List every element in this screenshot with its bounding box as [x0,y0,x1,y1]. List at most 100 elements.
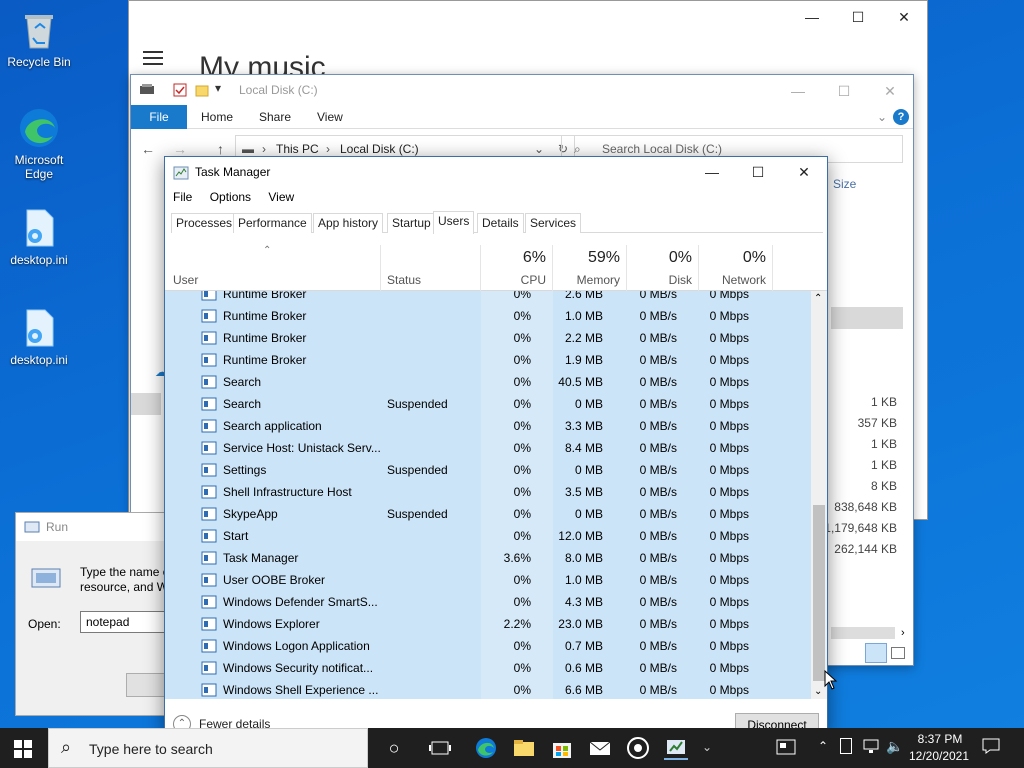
table-row[interactable]: Windows Explorer 2.2% 23.0 MB 0 MB/s 0 Mbps [165,613,813,635]
process-memory: 8.0 MB [564,551,603,565]
table-row[interactable]: Search 0% 40.5 MB 0 MB/s 0 Mbps [165,371,813,393]
maximize-button[interactable]: ☐ [735,157,781,187]
expand-ribbon-icon[interactable]: ⌄ [877,105,887,129]
scrollbar-thumb[interactable] [813,505,825,681]
task-manager-taskbar-icon[interactable] [664,736,688,760]
table-row[interactable]: Windows Security notificat... 0% 0.6 MB 0 M… [165,657,813,679]
properties-icon[interactable] [173,83,187,97]
show-hidden-icons-icon[interactable]: ⌃ [818,739,828,753]
clock-time[interactable]: 8:37 PM [912,732,968,746]
tab-processes[interactable]: Processes [171,213,238,233]
tab-app-history[interactable]: App history [313,213,384,233]
news-icon[interactable] [776,738,796,756]
size-column-header[interactable]: Size [833,177,856,191]
tab-details[interactable]: Details [477,213,524,233]
tab-users[interactable]: Users [433,211,475,234]
mail-icon[interactable] [588,736,612,760]
table-row[interactable]: SkypeApp Suspended 0% 0 MB 0 MB/s 0 Mbps [165,503,813,525]
process-network: 0 Mbps [709,291,749,301]
table-row[interactable]: Start 0% 12.0 MB 0 MB/s 0 Mbps [165,525,813,547]
tab-startup[interactable]: Startup [387,213,436,233]
scroll-right-icon[interactable]: › [901,627,905,639]
tablet-icon[interactable] [840,738,852,754]
close-button[interactable]: ✕ [781,157,827,187]
process-status: Suspended [387,507,448,521]
taskbar-overflow-icon[interactable]: ⌄ [702,740,712,754]
column-header-status[interactable]: Status [381,245,481,291]
notifications-icon[interactable] [982,738,1000,754]
column-header-cpu[interactable]: 6% CPU [481,245,553,291]
quick-access-dropdown-icon[interactable]: ▾ [215,81,221,95]
table-row[interactable]: Task Manager 3.6% 8.0 MB 0 MB/s 0 Mbps [165,547,813,569]
minimize-button[interactable]: — [689,157,735,187]
table-row[interactable]: Windows Shell Experience ... 0% 6.6 MB 0 MB… [165,679,813,699]
media-player-icon[interactable] [626,736,650,760]
cortana-icon[interactable]: ○ [382,736,406,760]
ribbon-tab-view[interactable]: View [317,105,343,129]
column-header-network[interactable]: 0% Network [699,245,773,291]
table-row[interactable]: Runtime Broker 0% 2.2 MB 0 MB/s 0 Mbps [165,327,813,349]
table-row[interactable]: Settings Suspended 0% 0 MB 0 MB/s 0 Mbps [165,459,813,481]
process-disk: 0 MB/s [639,617,677,631]
large-icons-view-icon[interactable] [891,647,905,659]
menu-options[interactable]: Options [210,190,251,204]
process-cpu: 0% [513,291,531,301]
process-network: 0 Mbps [709,485,749,499]
task-view-icon[interactable] [428,736,452,760]
store-icon[interactable] [550,736,574,760]
process-memory: 40.5 MB [558,375,603,389]
windows-start-icon[interactable] [14,740,32,758]
table-row[interactable]: Service Host: Unistack Serv... 0% 8.4 MB 0 … [165,437,813,459]
desktop-icon-edge[interactable]: Microsoft Edge [2,106,76,181]
vertical-scrollbar[interactable]: ⌃ ⌄ [811,291,827,699]
hamburger-menu-icon[interactable] [143,51,163,65]
process-cpu: 0% [513,331,531,345]
desktop-icon-recycle-bin[interactable]: Recycle Bin [2,8,76,69]
desktop-icon-desktop-ini-2[interactable]: desktop.ini [2,306,76,367]
file-explorer-icon[interactable] [512,736,536,760]
taskbar-search-box[interactable]: ⌕ Type here to search [48,728,368,768]
column-header-disk[interactable]: 0% Disk [627,245,699,291]
explorer-app-icon [139,81,155,97]
minimize-button[interactable]: — [775,75,821,107]
column-header-memory[interactable]: 59% Memory [553,245,627,291]
back-arrow-icon[interactable]: ← [141,141,155,157]
close-button[interactable]: ✕ [881,1,927,33]
horizontal-scrollbar[interactable] [831,627,895,639]
table-row[interactable]: Windows Logon Application 0% 0.7 MB 0 MB/s 0… [165,635,813,657]
process-disk: 0 MB/s [639,639,677,653]
table-row[interactable]: Search application 0% 3.3 MB 0 MB/s 0 Mbps [165,415,813,437]
table-row[interactable]: User OOBE Broker 0% 1.0 MB 0 MB/s 0 Mbps [165,569,813,591]
maximize-button[interactable]: ☐ [835,1,881,33]
minimize-button[interactable]: — [789,1,835,33]
menu-file[interactable]: File [173,190,192,204]
ribbon-tab-share[interactable]: Share [259,105,291,129]
scroll-down-icon[interactable]: ⌄ [814,686,822,697]
tab-performance[interactable]: Performance [233,213,312,233]
new-folder-icon[interactable] [195,83,209,97]
up-arrow-icon[interactable]: ↑ [217,141,224,157]
network-icon[interactable] [862,738,880,754]
forward-arrow-icon[interactable]: → [173,141,187,157]
table-row[interactable]: Runtime Broker 0% 1.9 MB 0 MB/s 0 Mbps [165,349,813,371]
table-row[interactable]: Windows Defender SmartS... 0% 4.3 MB 0 MB/s… [165,591,813,613]
edge-icon[interactable] [474,736,498,760]
table-row[interactable]: Runtime Broker 0% 1.0 MB 0 MB/s 0 Mbps [165,305,813,327]
table-row[interactable]: Runtime Broker 0% 2.6 MB 0 MB/s 0 Mbps [165,291,813,305]
maximize-button[interactable]: ☐ [821,75,867,107]
ribbon-tab-home[interactable]: Home [201,105,233,129]
process-network: 0 Mbps [709,353,749,367]
scroll-up-icon[interactable]: ⌃ [814,293,822,304]
table-row[interactable]: Shell Infrastructure Host 0% 3.5 MB 0 MB/s 0… [165,481,813,503]
tab-services[interactable]: Services [525,213,582,233]
ribbon-tab-file[interactable]: File [131,105,187,129]
desktop-icon-desktop-ini[interactable]: desktop.ini [2,206,76,267]
clock-date[interactable]: 12/20/2021 [906,749,972,763]
table-row[interactable]: Search Suspended 0% 0 MB 0 MB/s 0 Mbps [165,393,813,415]
close-button[interactable]: ✕ [867,75,913,107]
details-view-icon[interactable] [865,643,887,663]
help-icon[interactable]: ? [893,109,909,125]
volume-icon[interactable]: 🔈 [886,738,903,755]
column-header-user[interactable]: ⌃ User [165,245,381,291]
menu-view[interactable]: View [268,190,294,204]
